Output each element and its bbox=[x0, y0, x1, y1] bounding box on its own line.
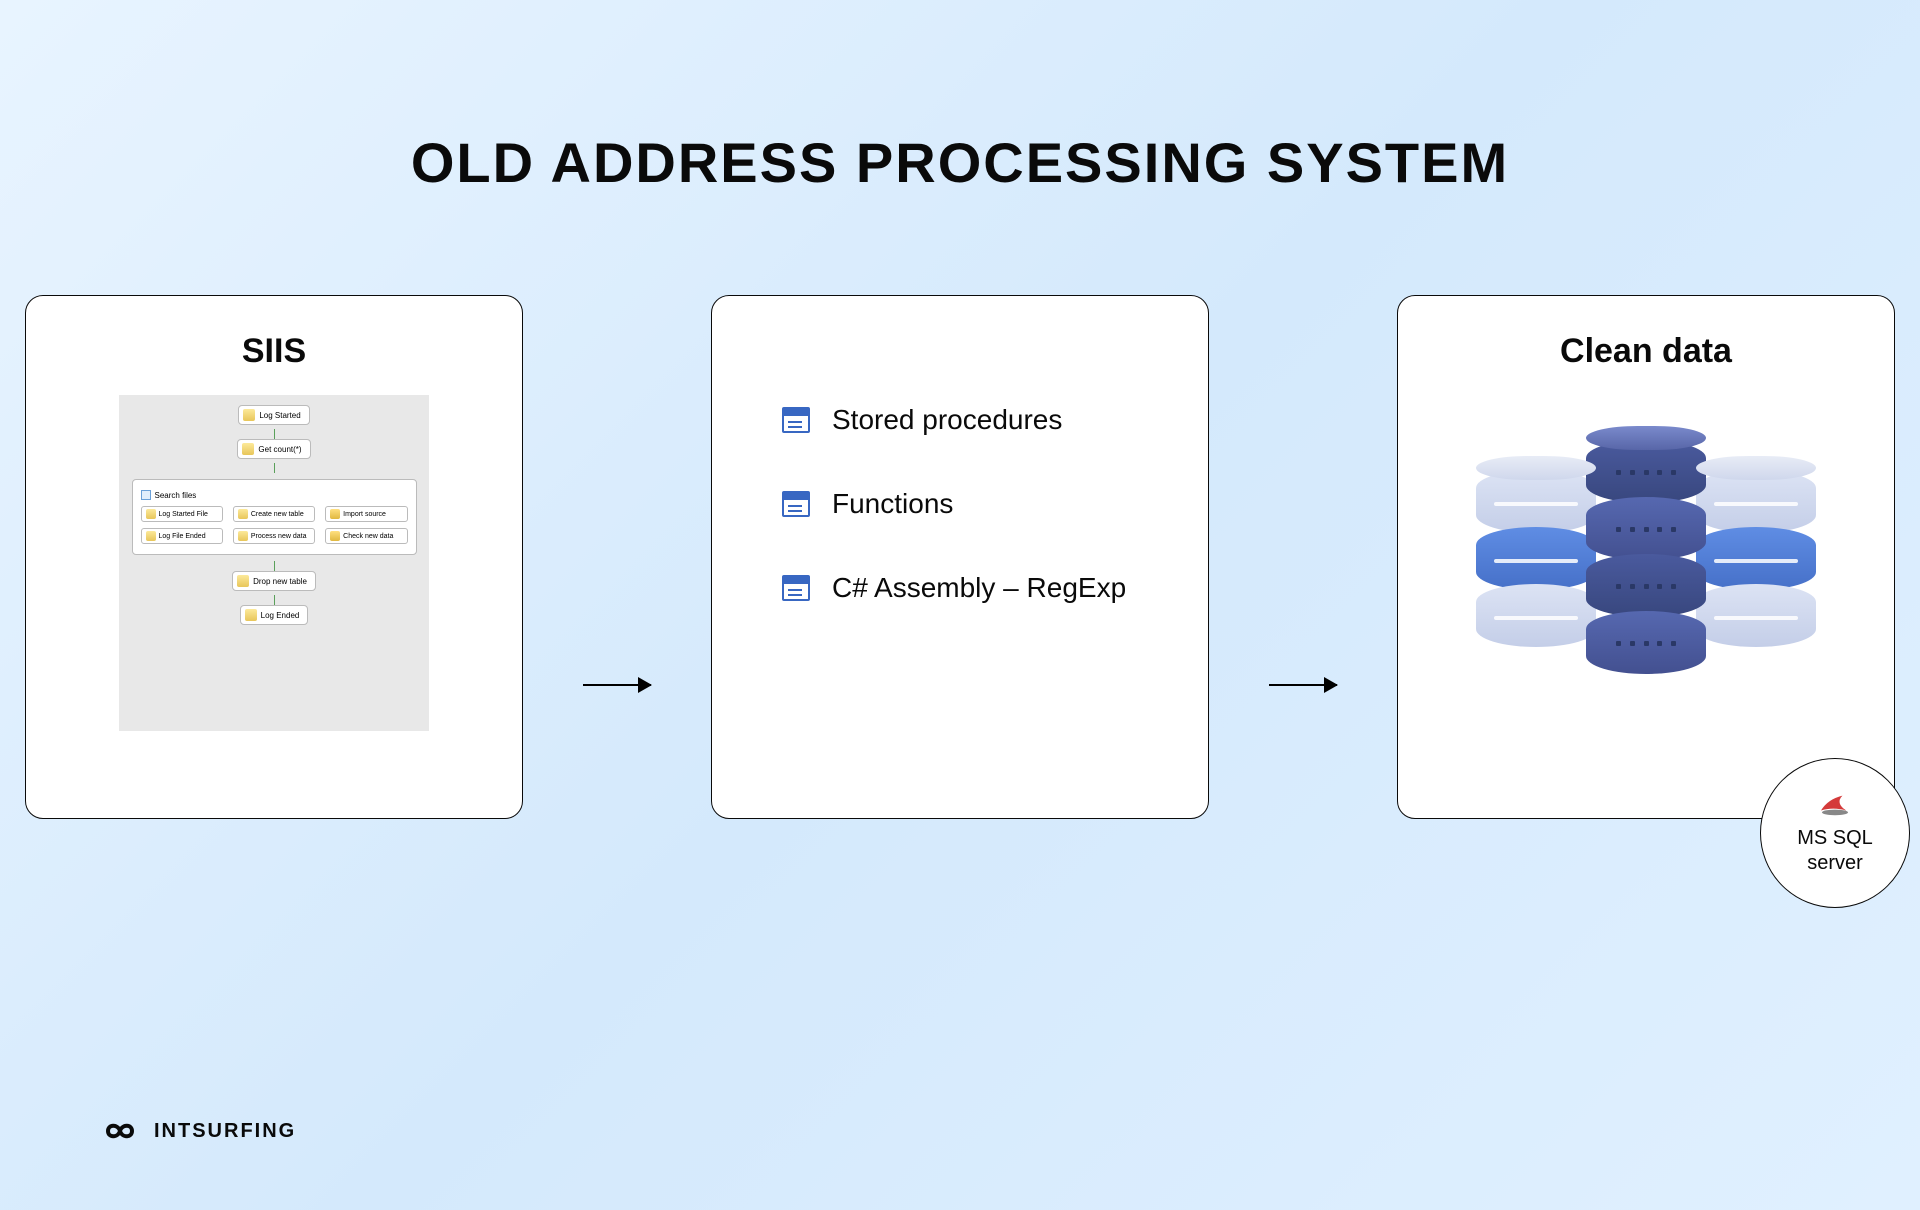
flow-node: Log Started File bbox=[141, 506, 223, 522]
flow-node: Get count(*) bbox=[237, 439, 310, 459]
card-processing: Stored procedures Functions C# Assembly … bbox=[711, 295, 1209, 819]
flow-node: Process new data bbox=[233, 528, 315, 544]
task-icon bbox=[238, 531, 248, 541]
sql-badge-label: MS SQL server bbox=[1797, 826, 1873, 876]
flow-label: Process new data bbox=[251, 533, 307, 540]
window-icon bbox=[782, 407, 810, 433]
connector bbox=[274, 463, 275, 473]
flow-label: Log Ended bbox=[261, 611, 300, 620]
flow-group-label: Search files bbox=[155, 491, 197, 500]
flow-label: Log File Ended bbox=[159, 533, 206, 540]
window-icon bbox=[782, 575, 810, 601]
page-title: OLD ADDRESS PROCESSING SYSTEM bbox=[0, 130, 1920, 195]
list-item-label: C# Assembly – RegExp bbox=[832, 572, 1126, 604]
brand-logo: INTSURFING bbox=[98, 1118, 296, 1144]
flow-node: Log Started bbox=[238, 405, 309, 425]
arrow-icon bbox=[1269, 684, 1337, 686]
flow-node: Drop new table bbox=[232, 571, 316, 591]
flow-node: Import source bbox=[325, 506, 407, 522]
flow-label: Create new table bbox=[251, 511, 304, 518]
list-item: Stored procedures bbox=[782, 404, 1178, 436]
task-icon bbox=[330, 509, 340, 519]
card-clean-data: Clean data bbox=[1397, 295, 1895, 819]
db-cylinder bbox=[1586, 426, 1706, 676]
sql-server-icon bbox=[1816, 790, 1854, 818]
siis-flowchart: Log Started Get count(*) Search files Lo… bbox=[119, 395, 429, 731]
db-cylinder bbox=[1696, 456, 1816, 646]
arrow-icon bbox=[583, 684, 651, 686]
list-item: C# Assembly – RegExp bbox=[782, 572, 1178, 604]
processing-list: Stored procedures Functions C# Assembly … bbox=[742, 404, 1178, 604]
flow-label: Drop new table bbox=[253, 577, 307, 586]
flow-group: Search files Log Started File Create new… bbox=[132, 479, 417, 555]
flow-group-title: Search files bbox=[141, 490, 408, 500]
list-item-label: Stored procedures bbox=[832, 404, 1062, 436]
flow-label: Get count(*) bbox=[258, 445, 301, 454]
connector bbox=[274, 561, 275, 571]
flow-node: Log File Ended bbox=[141, 528, 223, 544]
card-clean-title: Clean data bbox=[1428, 332, 1864, 371]
connector bbox=[274, 595, 275, 605]
connector bbox=[274, 429, 275, 439]
card-siis: SIIS Log Started Get count(*) Search fil… bbox=[25, 295, 523, 819]
diagram-row: SIIS Log Started Get count(*) Search fil… bbox=[0, 295, 1920, 819]
flow-label: Import source bbox=[343, 511, 386, 518]
flow-node: Check new data bbox=[325, 528, 407, 544]
database-illustration bbox=[1428, 411, 1864, 691]
task-icon bbox=[330, 531, 340, 541]
task-icon bbox=[146, 509, 156, 519]
flow-label: Log Started File bbox=[159, 511, 208, 518]
window-icon bbox=[782, 491, 810, 517]
db-cylinder bbox=[1476, 456, 1596, 646]
brand-name: INTSURFING bbox=[154, 1120, 296, 1143]
infinity-icon bbox=[98, 1118, 142, 1144]
list-item: Functions bbox=[782, 488, 1178, 520]
task-icon bbox=[237, 575, 249, 587]
flow-label: Check new data bbox=[343, 533, 393, 540]
task-icon bbox=[242, 443, 254, 455]
container-icon bbox=[141, 490, 151, 500]
task-icon bbox=[243, 409, 255, 421]
flow-node: Create new table bbox=[233, 506, 315, 522]
sql-server-badge: MS SQL server bbox=[1760, 758, 1910, 908]
task-icon bbox=[146, 531, 156, 541]
task-icon bbox=[238, 509, 248, 519]
list-item-label: Functions bbox=[832, 488, 953, 520]
flow-node: Log Ended bbox=[240, 605, 309, 625]
flow-label: Log Started bbox=[259, 411, 300, 420]
card-siis-title: SIIS bbox=[56, 332, 492, 371]
task-icon bbox=[245, 609, 257, 621]
